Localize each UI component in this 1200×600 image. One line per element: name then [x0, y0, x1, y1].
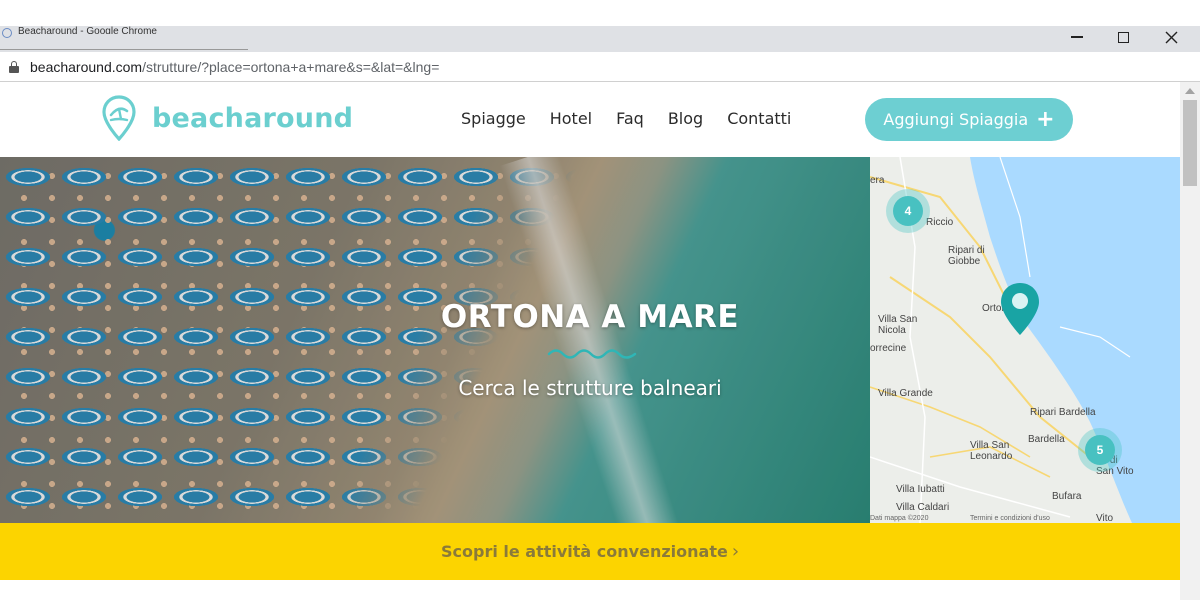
- nav-item-faq[interactable]: Faq: [616, 109, 644, 128]
- page-scrollbar[interactable]: [1180, 82, 1200, 600]
- map[interactable]: era Riccio Ripari di Giobbe Ortona Villa…: [870, 157, 1180, 523]
- map-cluster[interactable]: 5: [1078, 428, 1122, 472]
- logo-text: beacharound: [152, 102, 354, 134]
- url-path: /strutture/?place=ortona+a+mare&s=&lat=&…: [142, 59, 440, 75]
- map-label-ripari-giobbe: Ripari di Giobbe: [948, 245, 985, 267]
- map-label-era: era: [870, 175, 885, 186]
- url-host: beacharound.com: [30, 59, 143, 75]
- map-label-bardella: Bardella: [1028, 434, 1065, 445]
- map-pin-logo-icon: [102, 95, 136, 141]
- minimize-button[interactable]: [1054, 26, 1100, 48]
- map-label-villa-grande: Villa Grande: [878, 388, 933, 399]
- map-label-vito: Vito: [1096, 513, 1114, 523]
- cluster-count: 4: [893, 196, 923, 226]
- nav-item-contatti[interactable]: Contatti: [727, 109, 791, 128]
- map-label-villa-san-nicola: Villa San Nicola: [878, 314, 918, 336]
- close-icon: [1165, 31, 1177, 43]
- chrome-favicon-icon: [2, 28, 12, 38]
- add-beach-button[interactable]: Aggiungi Spiaggia +: [865, 98, 1073, 141]
- minimize-icon: [1071, 36, 1083, 38]
- map-label-bufara: Bufara: [1052, 491, 1082, 502]
- wave-divider-icon: [547, 349, 637, 359]
- url-text[interactable]: beacharound.com/strutture/?place=ortona+…: [30, 59, 439, 75]
- nav-item-hotel[interactable]: Hotel: [550, 109, 592, 128]
- maximize-button[interactable]: [1100, 26, 1146, 48]
- lock-icon: [9, 61, 19, 73]
- map-attribution: Dati mappa ©2020: [870, 515, 929, 522]
- map-label-ripari-bardella: Ripari Bardella: [1030, 407, 1096, 418]
- hero-overlay: [0, 157, 870, 523]
- map-cluster[interactable]: 4: [886, 189, 930, 233]
- tab-title: Beacharound - Google Chrome: [18, 26, 157, 34]
- close-button[interactable]: [1148, 26, 1194, 48]
- address-bar[interactable]: beacharound.com/strutture/?place=ortona+…: [0, 52, 1200, 82]
- map-label-villa-caldari: Villa Caldari: [896, 502, 950, 513]
- main-nav: Spiagge Hotel Faq Blog Contatti: [461, 109, 815, 128]
- promo-text: Scopri le attività convenzionate: [440, 542, 728, 561]
- plus-icon: +: [1036, 106, 1055, 132]
- browser-tab[interactable]: Beacharound - Google Chrome: [0, 26, 248, 50]
- nav-item-blog[interactable]: Blog: [668, 109, 703, 128]
- nav-item-spiagge[interactable]: Spiagge: [461, 109, 526, 128]
- map-label-villa-san-leonardo: Villa San Leonardo: [970, 440, 1013, 462]
- tab-underline: [0, 49, 248, 50]
- scroll-up-arrow-icon[interactable]: [1185, 88, 1195, 94]
- chevron-right-icon: ›: [731, 541, 740, 562]
- logo[interactable]: beacharound: [102, 94, 362, 142]
- map-label-riccio: Riccio: [926, 217, 954, 228]
- scrollbar-thumb[interactable]: [1183, 100, 1197, 186]
- hero-image: [0, 157, 870, 523]
- cluster-count: 5: [1085, 435, 1115, 465]
- map-terms-link[interactable]: Termini e condizioni d'uso: [970, 515, 1050, 522]
- maximize-icon: [1117, 31, 1129, 43]
- map-label-villa-iubatti: Villa Iubatti: [896, 484, 945, 495]
- add-beach-button-label: Aggiungi Spiaggia: [883, 110, 1029, 129]
- location-pin-icon[interactable]: [998, 281, 1042, 337]
- promo-bar[interactable]: Scopri le attività convenzionate ›: [0, 523, 1180, 580]
- site-header: beacharound Spiagge Hotel Faq Blog Conta…: [0, 82, 1180, 157]
- map-label-torrecine: orrecine: [870, 343, 907, 354]
